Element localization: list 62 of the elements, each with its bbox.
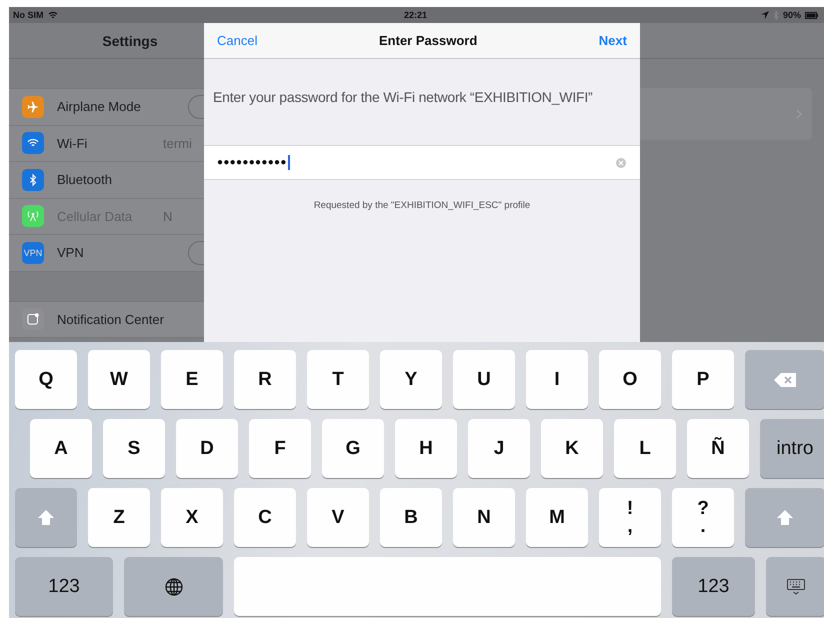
key[interactable]: T [307, 350, 369, 409]
key[interactable]: G [322, 419, 384, 478]
vpn-badge-icon: VPN [22, 242, 44, 264]
battery-text: 90% [782, 10, 801, 20]
numbers-key[interactable]: 123 [15, 557, 113, 616]
key[interactable]: S [103, 419, 165, 478]
key[interactable]: B [380, 488, 442, 547]
settings-title: Settings [102, 32, 158, 48]
setting-label: Airplane Mode [57, 99, 142, 114]
shift-key[interactable] [745, 488, 824, 547]
key[interactable]: D [176, 419, 238, 478]
clear-icon[interactable] [616, 158, 626, 168]
key[interactable]: F [249, 419, 311, 478]
settings-row[interactable]: Notification Center [9, 302, 251, 337]
numbers-key[interactable]: 123 [672, 557, 755, 616]
key[interactable]: J [468, 419, 530, 478]
battery-icon [805, 12, 818, 18]
key[interactable]: A [30, 419, 92, 478]
shift-key[interactable] [15, 488, 77, 547]
profile-note: Requested by the "EXHIBITION_WIFI_ESC" profile [312, 200, 532, 211]
key[interactable]: ? . [672, 488, 734, 547]
key[interactable]: W [88, 350, 150, 409]
key[interactable]: V [307, 488, 369, 547]
cancel-button[interactable]: Cancel [217, 33, 258, 48]
key[interactable]: X [161, 488, 223, 547]
setting-label: Wi-Fi [57, 136, 88, 151]
shift-icon [777, 510, 793, 525]
key[interactable]: C [234, 488, 296, 547]
key[interactable]: ! , [599, 488, 661, 547]
globe-key[interactable] [124, 557, 223, 616]
key[interactable]: Q [15, 350, 77, 409]
key[interactable]: L [614, 419, 676, 478]
key[interactable]: P [672, 350, 734, 409]
return-key[interactable]: intro [760, 419, 824, 478]
globe-icon [164, 578, 182, 596]
key[interactable]: I [526, 350, 588, 409]
key[interactable]: H [395, 419, 457, 478]
setting-label: Bluetooth [57, 172, 113, 188]
keyboard-icon [787, 578, 805, 594]
shift-icon [38, 510, 54, 525]
setting-label: VPN [57, 245, 85, 260]
key[interactable]: K [541, 419, 603, 478]
key[interactable]: E [161, 350, 223, 409]
next-button[interactable]: Next [598, 33, 627, 48]
delete-icon [774, 372, 796, 386]
password-field[interactable]: ●●●●●●●●●●● [204, 145, 640, 180]
key[interactable]: N [453, 488, 515, 547]
key[interactable]: O [599, 350, 661, 409]
bluetooth-icon [772, 10, 779, 20]
dialog-title: Enter Password [379, 33, 478, 48]
location-icon [760, 11, 769, 19]
key[interactable]: U [453, 350, 515, 409]
key[interactable]: Ñ [687, 419, 749, 478]
clock-text: 22:21 [404, 10, 428, 20]
hide-keyboard-key[interactable] [766, 557, 824, 616]
key[interactable]: Y [380, 350, 442, 409]
key[interactable]: M [526, 488, 588, 547]
key[interactable]: R [234, 350, 296, 409]
delete-key[interactable] [745, 350, 824, 409]
wifi-icon [48, 11, 58, 19]
carrier-text: No SIM [13, 10, 44, 20]
key[interactable]: Z [88, 488, 150, 547]
